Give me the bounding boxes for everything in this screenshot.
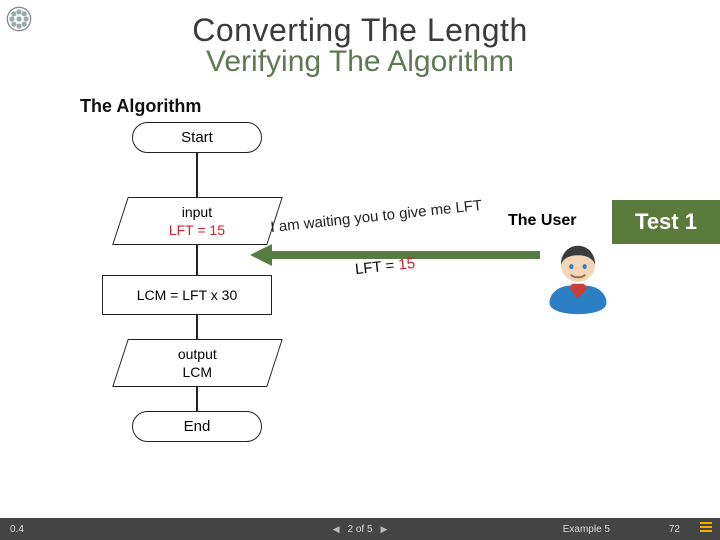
slide: Converting The Length Verifying The Algo… <box>0 0 720 540</box>
flow-output: output LCM <box>112 339 283 387</box>
flow-connector <box>196 315 198 339</box>
lft-label: LFT = <box>354 257 399 278</box>
flowchart: Start input LFT = 15 LCM = LFT x 30 outp… <box>102 122 292 442</box>
flow-output-label: output <box>178 346 217 364</box>
pager: ◀ 2 of 5 ▶ <box>333 524 388 535</box>
flow-start: Start <box>132 122 262 153</box>
flow-input-label: input <box>169 204 225 222</box>
pager-text: 2 of 5 <box>347 524 372 535</box>
menu-icon[interactable] <box>700 522 712 534</box>
flow-connector <box>196 153 198 197</box>
section-heading: The Algorithm <box>80 96 201 117</box>
user-label: The User <box>508 212 576 230</box>
page-number: 72 <box>669 524 680 535</box>
flow-connector <box>196 387 198 411</box>
version-label: 0.4 <box>10 524 24 535</box>
title-line-2: Verifying The Algorithm <box>0 45 720 79</box>
flow-process: LCM = LFT x 30 <box>102 275 272 315</box>
example-label: Example 5 <box>563 524 610 535</box>
footer-bar: 0.4 ◀ 2 of 5 ▶ Example 5 72 <box>0 518 720 540</box>
slide-title: Converting The Length Verifying The Algo… <box>0 12 720 79</box>
waiting-message: I am waiting you to give me LFT <box>270 197 483 236</box>
lft-number: 15 <box>398 255 416 274</box>
prev-button[interactable]: ◀ <box>333 524 340 535</box>
flow-input-value: LFT = 15 <box>169 221 225 237</box>
flow-end: End <box>132 411 262 442</box>
user-avatar-icon <box>540 240 616 316</box>
next-button[interactable]: ▶ <box>381 524 388 535</box>
flow-output-value: LCM <box>182 363 212 379</box>
test-badge: Test 1 <box>612 200 720 244</box>
flow-connector <box>196 245 198 275</box>
title-line-1: Converting The Length <box>0 12 720 49</box>
flow-input: input LFT = 15 <box>112 197 283 245</box>
